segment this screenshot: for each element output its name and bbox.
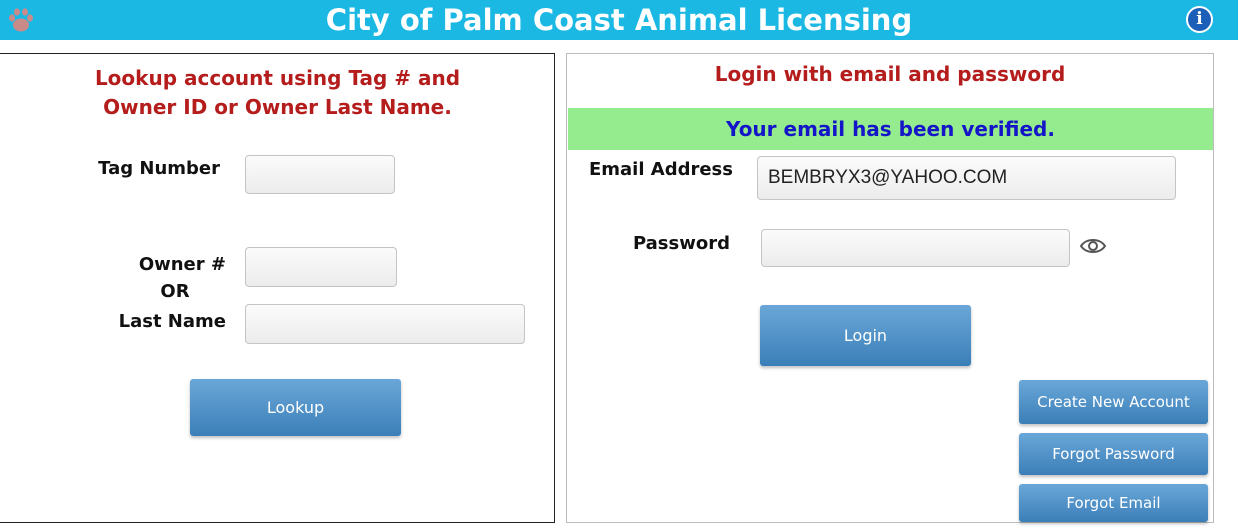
owner-number-label: Owner # — [138, 254, 226, 275]
tag-number-label: Tag Number — [98, 158, 220, 179]
info-icon[interactable]: i — [1186, 6, 1213, 33]
forgot-password-button[interactable]: Forgot Password — [1019, 433, 1208, 475]
lookup-heading: Lookup account using Tag # and Owner ID … — [0, 64, 555, 122]
login-button[interactable]: Login — [760, 305, 971, 366]
email-input[interactable]: BEMBRYX3@YAHOO.COM — [757, 156, 1176, 200]
tag-number-input[interactable] — [245, 155, 395, 194]
app-header: City of Palm Coast Animal Licensing i — [0, 0, 1238, 40]
lookup-heading-line2: Owner ID or Owner Last Name. — [103, 95, 452, 119]
login-heading: Login with email and password — [714, 62, 1066, 86]
password-input[interactable] — [761, 229, 1070, 267]
or-label: OR — [160, 281, 190, 302]
lookup-panel: Lookup account using Tag # and Owner ID … — [0, 53, 555, 523]
password-label: Password — [632, 233, 730, 254]
last-name-input[interactable] — [245, 304, 525, 344]
eye-icon[interactable] — [1079, 237, 1107, 255]
app-title: City of Palm Coast Animal Licensing — [325, 3, 913, 37]
owner-number-input[interactable] — [245, 247, 397, 287]
last-name-label: Last Name — [118, 311, 226, 332]
lookup-heading-line1: Lookup account using Tag # and — [94, 66, 461, 90]
create-account-button[interactable]: Create New Account — [1019, 380, 1208, 424]
email-label: Email Address — [588, 159, 733, 180]
verified-banner: Your email has been verified. — [568, 108, 1213, 150]
lookup-button[interactable]: Lookup — [190, 379, 401, 436]
forgot-email-button[interactable]: Forgot Email — [1019, 484, 1208, 522]
